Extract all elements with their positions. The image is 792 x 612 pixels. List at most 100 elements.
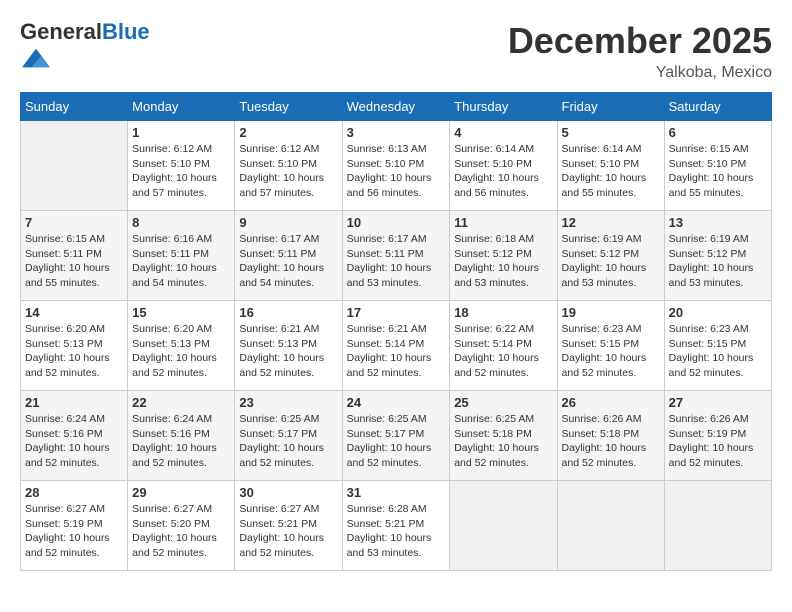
calendar-cell: 16 Sunrise: 6:21 AMSunset: 5:13 PMDayligh…	[235, 301, 342, 391]
calendar-cell: 27Sunrise: 6:26 AMSunset: 5:19 PMDayligh…	[664, 391, 771, 481]
day-number: 14	[25, 305, 123, 320]
day-info: Sunrise: 6:17 AMSunset: 5:11 PMDaylight:…	[347, 232, 446, 291]
day-info: Sunrise: 6:12 AMSunset: 5:10 PMDaylight:…	[132, 142, 230, 201]
day-info: Sunrise: 6:22 AMSunset: 5:14 PMDaylight:…	[454, 322, 552, 381]
day-info: Sunrise: 6:17 AMSunset: 5:11 PMDaylight:…	[239, 232, 337, 291]
day-info: Sunrise: 6:20 AMSunset: 5:13 PMDaylight:…	[25, 322, 123, 381]
calendar-cell: 24Sunrise: 6:25 AMSunset: 5:17 PMDayligh…	[342, 391, 450, 481]
day-info: Sunrise: 6:23 AMSunset: 5:15 PMDaylight:…	[562, 322, 660, 381]
calendar-cell: 1 Sunrise: 6:12 AMSunset: 5:10 PMDaylight…	[128, 121, 235, 211]
day-info: Sunrise: 6:25 AMSunset: 5:18 PMDaylight:…	[454, 412, 552, 471]
calendar-cell: 4Sunrise: 6:14 AMSunset: 5:10 PMDaylight…	[450, 121, 557, 211]
day-info: Sunrise: 6:14 AMSunset: 5:10 PMDaylight:…	[454, 142, 552, 201]
day-number: 15	[132, 305, 230, 320]
calendar-cell: 13Sunrise: 6:19 AMSunset: 5:12 PMDayligh…	[664, 211, 771, 301]
calendar-cell: 28 Sunrise: 6:27 AMSunset: 5:19 PMDayligh…	[21, 481, 128, 571]
column-header-tuesday: Tuesday	[235, 93, 342, 121]
day-info: Sunrise: 6:21 AMSunset: 5:14 PMDaylight:…	[347, 322, 446, 381]
calendar-week-row: 21 Sunrise: 6:24 AMSunset: 5:16 PMDayligh…	[21, 391, 772, 481]
day-number: 9	[239, 215, 337, 230]
calendar-cell: 26 Sunrise: 6:26 AMSunset: 5:18 PMDayligh…	[557, 391, 664, 481]
calendar-table: SundayMondayTuesdayWednesdayThursdayFrid…	[20, 92, 772, 571]
calendar-cell: 23 Sunrise: 6:25 AMSunset: 5:17 PMDayligh…	[235, 391, 342, 481]
day-number: 16	[239, 305, 337, 320]
day-number: 17	[347, 305, 446, 320]
day-number: 31	[347, 485, 446, 500]
day-number: 21	[25, 395, 123, 410]
day-info: Sunrise: 6:24 AMSunset: 5:16 PMDaylight:…	[25, 412, 123, 471]
calendar-cell	[557, 481, 664, 571]
column-header-wednesday: Wednesday	[342, 93, 450, 121]
calendar-cell: 30 Sunrise: 6:27 AMSunset: 5:21 PMDayligh…	[235, 481, 342, 571]
day-number: 3	[347, 125, 446, 140]
day-info: Sunrise: 6:26 AMSunset: 5:18 PMDaylight:…	[562, 412, 660, 471]
day-number: 18	[454, 305, 552, 320]
day-number: 1	[132, 125, 230, 140]
day-number: 20	[669, 305, 767, 320]
calendar-cell: 2Sunrise: 6:12 AMSunset: 5:10 PMDaylight…	[235, 121, 342, 211]
day-info: Sunrise: 6:16 AMSunset: 5:11 PMDaylight:…	[132, 232, 230, 291]
day-info: Sunrise: 6:27 AMSunset: 5:19 PMDaylight:…	[25, 502, 123, 561]
calendar-cell: 25 Sunrise: 6:25 AMSunset: 5:18 PMDayligh…	[450, 391, 557, 481]
day-number: 7	[25, 215, 123, 230]
day-info: Sunrise: 6:25 AMSunset: 5:17 PMDaylight:…	[239, 412, 337, 471]
day-info: Sunrise: 6:27 AMSunset: 5:20 PMDaylight:…	[132, 502, 230, 561]
day-info: Sunrise: 6:20 AMSunset: 5:13 PMDaylight:…	[132, 322, 230, 381]
calendar-week-row: 1 Sunrise: 6:12 AMSunset: 5:10 PMDaylight…	[21, 121, 772, 211]
day-number: 19	[562, 305, 660, 320]
month-title: December 2025	[508, 20, 772, 62]
calendar-cell: 7 Sunrise: 6:15 AMSunset: 5:11 PMDaylight…	[21, 211, 128, 301]
logo-icon	[22, 44, 50, 72]
page-header: GeneralBlue December 2025 Yalkoba, Mexic…	[20, 20, 772, 82]
calendar-cell: 29 Sunrise: 6:27 AMSunset: 5:20 PMDayligh…	[128, 481, 235, 571]
day-info: Sunrise: 6:25 AMSunset: 5:17 PMDaylight:…	[347, 412, 446, 471]
day-number: 23	[239, 395, 337, 410]
day-info: Sunrise: 6:15 AMSunset: 5:11 PMDaylight:…	[25, 232, 123, 291]
day-number: 26	[562, 395, 660, 410]
calendar-cell: 5Sunrise: 6:14 AMSunset: 5:10 PMDaylight…	[557, 121, 664, 211]
day-number: 29	[132, 485, 230, 500]
calendar-cell: 21 Sunrise: 6:24 AMSunset: 5:16 PMDayligh…	[21, 391, 128, 481]
calendar-week-row: 7 Sunrise: 6:15 AMSunset: 5:11 PMDaylight…	[21, 211, 772, 301]
calendar-cell	[21, 121, 128, 211]
day-number: 28	[25, 485, 123, 500]
calendar-cell: 6Sunrise: 6:15 AMSunset: 5:10 PMDaylight…	[664, 121, 771, 211]
day-number: 2	[239, 125, 337, 140]
calendar-cell: 9 Sunrise: 6:17 AMSunset: 5:11 PMDaylight…	[235, 211, 342, 301]
day-number: 22	[132, 395, 230, 410]
calendar-cell: 14 Sunrise: 6:20 AMSunset: 5:13 PMDayligh…	[21, 301, 128, 391]
day-info: Sunrise: 6:27 AMSunset: 5:21 PMDaylight:…	[239, 502, 337, 561]
calendar-cell: 31 Sunrise: 6:28 AMSunset: 5:21 PMDayligh…	[342, 481, 450, 571]
day-number: 30	[239, 485, 337, 500]
day-info: Sunrise: 6:19 AMSunset: 5:12 PMDaylight:…	[669, 232, 767, 291]
day-number: 8	[132, 215, 230, 230]
calendar-cell: 22Sunrise: 6:24 AMSunset: 5:16 PMDayligh…	[128, 391, 235, 481]
day-number: 12	[562, 215, 660, 230]
day-info: Sunrise: 6:23 AMSunset: 5:15 PMDaylight:…	[669, 322, 767, 381]
column-header-saturday: Saturday	[664, 93, 771, 121]
logo-blue-text: Blue	[102, 19, 150, 44]
day-info: Sunrise: 6:14 AMSunset: 5:10 PMDaylight:…	[562, 142, 660, 201]
calendar-cell: 20 Sunrise: 6:23 AMSunset: 5:15 PMDayligh…	[664, 301, 771, 391]
day-info: Sunrise: 6:19 AMSunset: 5:12 PMDaylight:…	[562, 232, 660, 291]
calendar-cell: 11Sunrise: 6:18 AMSunset: 5:12 PMDayligh…	[450, 211, 557, 301]
day-info: Sunrise: 6:15 AMSunset: 5:10 PMDaylight:…	[669, 142, 767, 201]
column-header-sunday: Sunday	[21, 93, 128, 121]
calendar-cell: 8 Sunrise: 6:16 AMSunset: 5:11 PMDaylight…	[128, 211, 235, 301]
day-info: Sunrise: 6:26 AMSunset: 5:19 PMDaylight:…	[669, 412, 767, 471]
logo: GeneralBlue	[20, 20, 150, 77]
calendar-cell: 15 Sunrise: 6:20 AMSunset: 5:13 PMDayligh…	[128, 301, 235, 391]
column-header-monday: Monday	[128, 93, 235, 121]
calendar-cell: 19 Sunrise: 6:23 AMSunset: 5:15 PMDayligh…	[557, 301, 664, 391]
day-info: Sunrise: 6:28 AMSunset: 5:21 PMDaylight:…	[347, 502, 446, 561]
day-info: Sunrise: 6:13 AMSunset: 5:10 PMDaylight:…	[347, 142, 446, 201]
calendar-week-row: 14 Sunrise: 6:20 AMSunset: 5:13 PMDayligh…	[21, 301, 772, 391]
day-number: 25	[454, 395, 552, 410]
title-area: December 2025 Yalkoba, Mexico	[508, 20, 772, 82]
calendar-cell: 18 Sunrise: 6:22 AMSunset: 5:14 PMDayligh…	[450, 301, 557, 391]
day-info: Sunrise: 6:21 AMSunset: 5:13 PMDaylight:…	[239, 322, 337, 381]
calendar-cell	[664, 481, 771, 571]
calendar-week-row: 28 Sunrise: 6:27 AMSunset: 5:19 PMDayligh…	[21, 481, 772, 571]
location-subtitle: Yalkoba, Mexico	[508, 64, 772, 82]
calendar-cell: 17 Sunrise: 6:21 AMSunset: 5:14 PMDayligh…	[342, 301, 450, 391]
